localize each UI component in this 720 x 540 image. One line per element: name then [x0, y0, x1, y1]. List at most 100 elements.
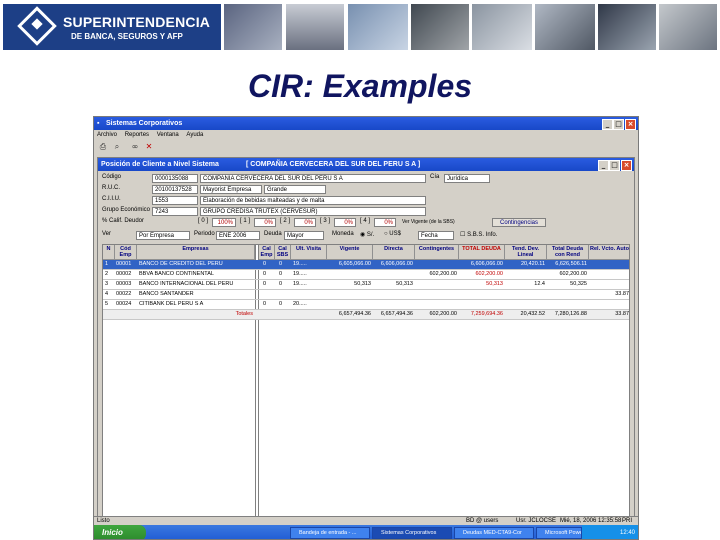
start-button[interactable]: Inicio [94, 525, 146, 539]
table-row[interactable]: 1 00001 BANCO DE CREDITO DEL PERU 0 0 19.....… [103, 260, 629, 270]
col-contingentes[interactable]: Contingentes [415, 245, 459, 260]
ciiu-desc-field[interactable]: Elaboración de bebidas malteadas y de ma… [200, 196, 426, 205]
task-sistemas[interactable]: Sistemas Corporativos [372, 527, 452, 539]
cell-vigente: 50,313 [354, 281, 371, 287]
codigo-field[interactable]: 0000135088 [152, 174, 198, 183]
sbs-note: Ver Vigente (de la SBS) [402, 219, 455, 225]
moneda-dolares-radio[interactable]: ○ US$ [384, 231, 401, 237]
cell-directa: 6,606,066.00 [380, 261, 413, 267]
preview-icon[interactable]: ⌕ [112, 142, 122, 152]
debt-grid: N Cód Emp Empresas Cal Emp Cal SBS Ult. … [102, 244, 630, 534]
col-total-deuda[interactable]: TOTAL DEUDA [459, 245, 505, 260]
cell-total-rend: 6,626,506.11 [555, 261, 587, 267]
binoculars-icon[interactable]: ∞ [130, 142, 140, 152]
col-n[interactable]: N [103, 245, 115, 260]
photo-building [286, 4, 344, 50]
cell-tend: 12.4 [534, 281, 545, 287]
menu-bar: Archivo Reportes Ventana Ayuda [94, 130, 638, 140]
task-deudas[interactable]: Deudas MED-CTA9-Cor [454, 527, 534, 539]
totals-total: 7,259,694.36 [470, 311, 503, 317]
cell-rel [589, 260, 629, 269]
cell-total [459, 290, 503, 299]
size-field[interactable]: Grande [264, 185, 326, 194]
menu-ayuda[interactable]: Ayuda [186, 132, 203, 138]
cal-3-value: 0% [334, 218, 356, 227]
col-rel[interactable]: Rel. Vcto. Auto [589, 245, 629, 260]
cell-vigente [327, 300, 371, 309]
table-row[interactable]: 2 00002 BBVA BANCO CONTINENTAL 0 0 19..... 602… [103, 270, 629, 280]
ruc-field[interactable]: 20100137528 [152, 185, 198, 194]
moneda-soles-radio[interactable]: ◉ S/. [360, 231, 374, 238]
app-titlebar: ▪ Sistemas Corporativos _ □ × [94, 117, 638, 130]
cell-contingentes [415, 280, 457, 289]
cell-visita [293, 290, 325, 299]
deuda-select[interactable]: Mayor [284, 231, 324, 240]
app-window: ▪ Sistemas Corporativos _ □ × Archivo Re… [93, 116, 639, 540]
minimize-icon[interactable]: _ [602, 119, 613, 130]
cell-cal-emp [263, 290, 273, 299]
extra-select[interactable]: Fecha [418, 231, 454, 240]
periodo-label: Periodo [194, 231, 215, 237]
close-icon[interactable]: × [625, 119, 636, 130]
cell-empresa: BANCO INTERNACIONAL DEL PERU [139, 281, 234, 287]
slide-title: CIR: Examples [247, 68, 473, 104]
ciiu-label: C.I.I.U. [102, 196, 121, 202]
totals-vigente: 6,657,494.36 [338, 311, 371, 317]
col-cod-emp[interactable]: Cód Emp [115, 245, 137, 260]
table-row[interactable]: 3 00003 BANCO INTERNACIONAL DEL PERU 0 0 19..… [103, 280, 629, 290]
sector-field[interactable]: Mayorist Empresa [200, 185, 262, 194]
moneda-label: Moneda [332, 231, 354, 237]
menu-reportes[interactable]: Reportes [125, 132, 149, 138]
cal-4-value: 0% [374, 218, 396, 227]
sbs-info-checkbox[interactable]: ☐ S.B.S. Info. [460, 231, 497, 238]
menu-archivo[interactable]: Archivo [97, 132, 117, 138]
periodo-select[interactable]: ENE 2006 [216, 231, 260, 240]
col-vigente[interactable]: Vigente [327, 245, 373, 260]
cell-visita: 19..... [293, 281, 307, 287]
checkbox-icon: ☐ [460, 232, 466, 238]
app-icon: ▪ [97, 120, 100, 127]
task-powerpoint[interactable]: Microsoft PowerPoint ... [536, 527, 582, 539]
table-row[interactable]: 5 00024 CITIBANK DEL PERU S A 0 0 20..... [103, 300, 629, 310]
cell-cal-sbs: 0 [279, 271, 283, 277]
cell-empresa: BBVA BANCO CONTINENTAL [139, 271, 214, 277]
menu-ventana[interactable]: Ventana [157, 132, 179, 138]
cell-n: 1 [105, 261, 109, 267]
col-tend[interactable]: Tend. Dev. Lineal [505, 245, 547, 260]
photo-business [598, 4, 656, 50]
col-total-rend[interactable]: Total Deuda con Rend [547, 245, 589, 260]
col-empresas[interactable]: Empresas [137, 245, 255, 260]
cia-field[interactable]: Jurídica [444, 174, 490, 183]
sbs-logo: SUPERINTENDENCIA DE BANCA, SEGUROS Y AFP [3, 4, 221, 50]
task-inbox[interactable]: Bandeja de entrada - ... [290, 527, 370, 539]
form-close-icon[interactable]: × [621, 160, 632, 171]
cancel-icon[interactable]: ✕ [144, 142, 154, 152]
col-cal-sbs[interactable]: Cal SBS [275, 245, 291, 260]
cell-cal-emp: 0 [263, 261, 267, 267]
col-cal-emp[interactable]: Cal Emp [259, 245, 275, 260]
company-name-field[interactable]: COMPAÑIA CERVECERA DEL SUR DEL PERU S A [200, 174, 426, 183]
grupo-desc-field[interactable]: GRUPO CREDISA TRUTEX (CERVESUR) [200, 207, 426, 216]
maximize-icon[interactable]: □ [613, 119, 624, 130]
print-icon[interactable]: ⎙ [98, 142, 108, 152]
cell-empresa: CITIBANK DEL PERU S A [139, 301, 204, 307]
cell-cal-sbs [279, 290, 289, 299]
ver-select[interactable]: Por Empresa [136, 231, 190, 240]
col-ult-visita[interactable]: Ult. Visita [291, 245, 327, 260]
cell-total-rend [547, 290, 587, 299]
table-row[interactable]: 4 00022 BANCO SANTANDER 33.87 [103, 290, 629, 300]
grupo-field[interactable]: 7243 [152, 207, 198, 216]
col-directa[interactable]: Directa [373, 245, 415, 260]
radio-checked-icon: ◉ [360, 232, 366, 238]
totals-row: Totales 6,657,494.36 6,657,494.36 602,200.0… [103, 310, 629, 320]
cell-contingentes [415, 290, 457, 299]
grupo-label: Grupo Económico [102, 207, 151, 213]
contingencias-button[interactable]: Contingencias [492, 218, 546, 227]
calificacion-label: % Calif. Deudor [102, 218, 145, 224]
cell-rel: 33.87 [615, 291, 629, 297]
cell-contingentes: 602,200.00 [429, 271, 457, 277]
deuda-label: Deuda [264, 231, 282, 237]
ciiu-field[interactable]: 1553 [152, 196, 198, 205]
form-minimize-icon[interactable]: _ [598, 160, 609, 171]
form-maximize-icon[interactable]: □ [609, 160, 620, 171]
